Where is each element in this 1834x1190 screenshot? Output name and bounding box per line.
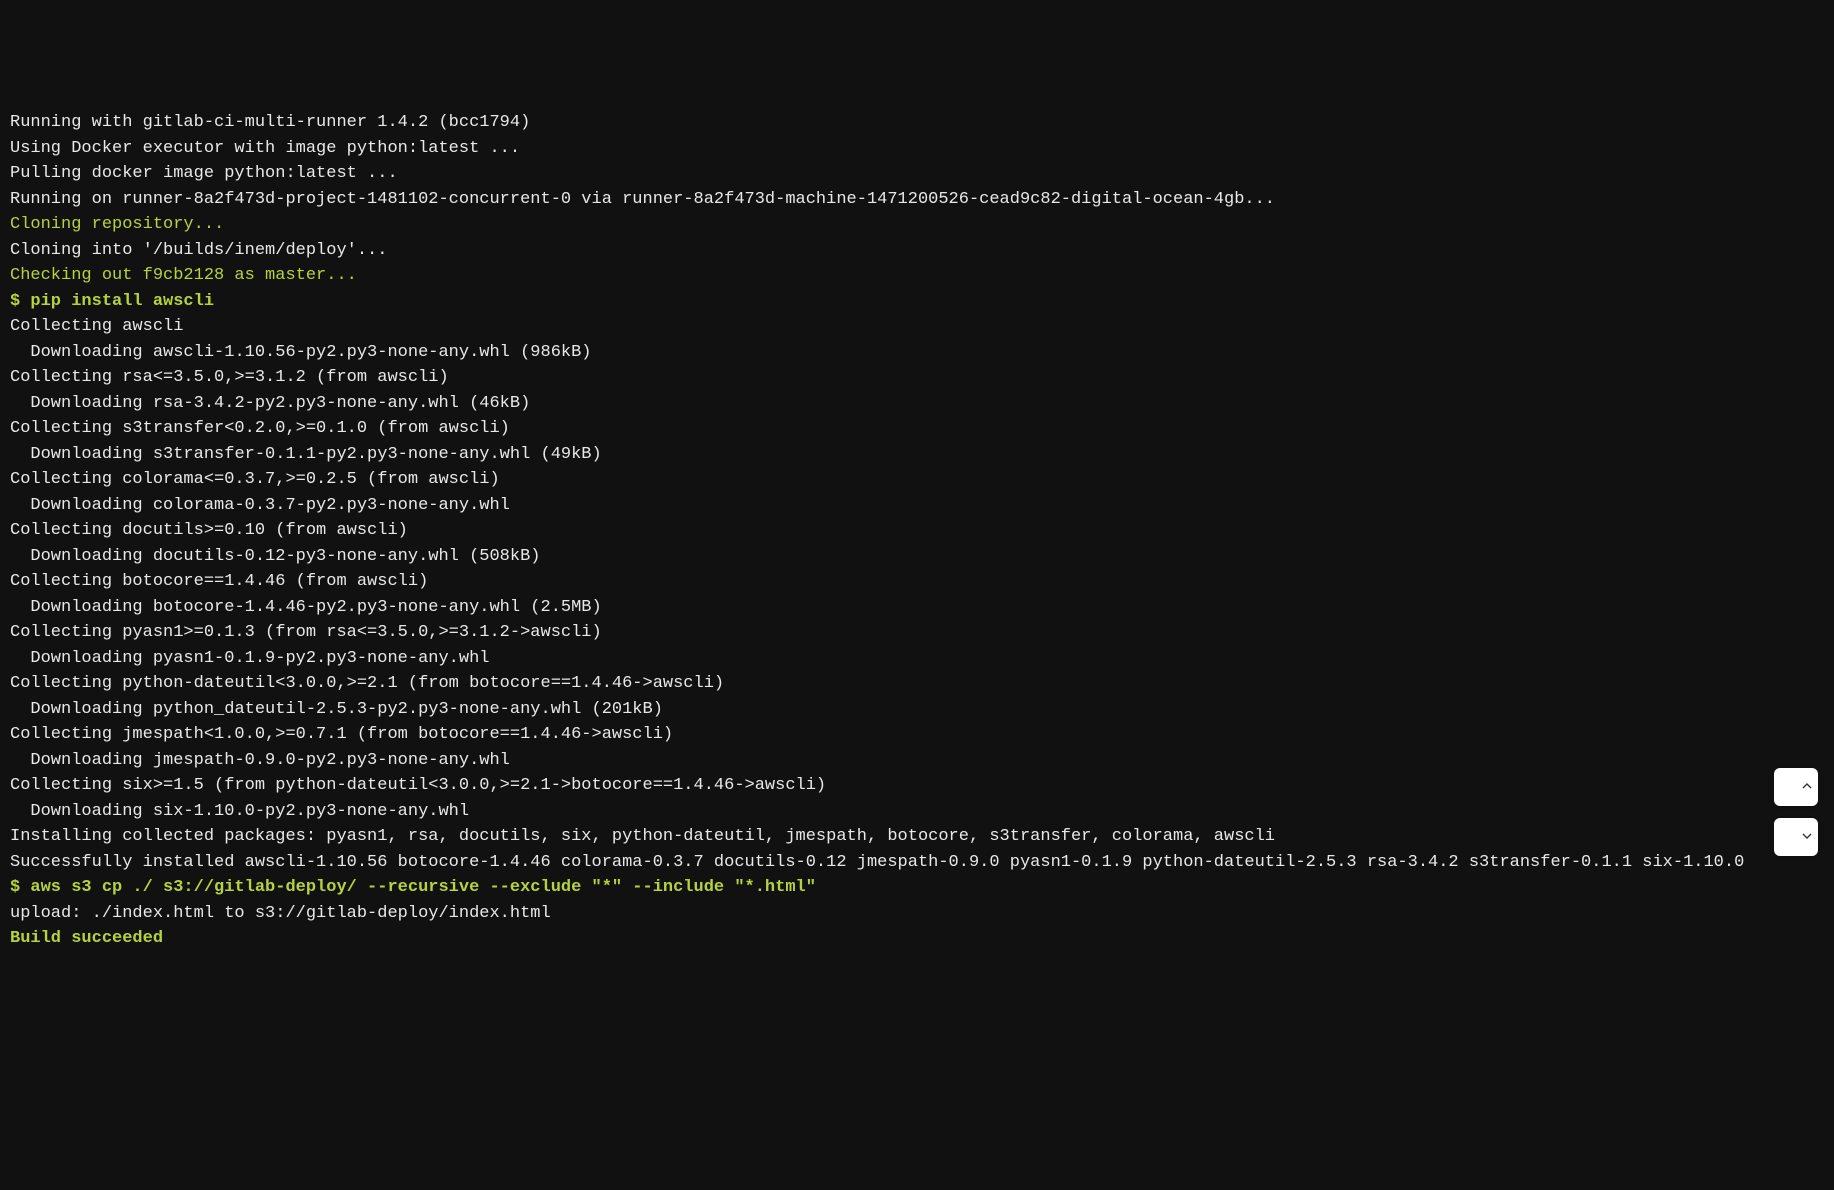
terminal-line: Collecting colorama<=0.3.7,>=0.2.5 (from…: [10, 467, 1824, 493]
terminal-line: Downloading six-1.10.0-py2.py3-none-any.…: [10, 799, 1824, 825]
terminal-line: Downloading botocore-1.4.46-py2.py3-none…: [10, 595, 1824, 621]
terminal-line: Installing collected packages: pyasn1, r…: [10, 824, 1824, 850]
terminal-line: $ pip install awscli: [10, 289, 1824, 315]
scroll-nav: [1774, 768, 1818, 856]
terminal-line: Cloning repository...: [10, 212, 1824, 238]
terminal-line: Collecting six>=1.5 (from python-dateuti…: [10, 773, 1824, 799]
terminal-line: Collecting python-dateutil<3.0.0,>=2.1 (…: [10, 671, 1824, 697]
terminal-line: Downloading jmespath-0.9.0-py2.py3-none-…: [10, 748, 1824, 774]
terminal-line: Collecting s3transfer<0.2.0,>=0.1.0 (fro…: [10, 416, 1824, 442]
chevron-up-icon: [1777, 763, 1815, 812]
terminal-line: upload: ./index.html to s3://gitlab-depl…: [10, 901, 1824, 927]
terminal-line: Downloading colorama-0.3.7-py2.py3-none-…: [10, 493, 1824, 519]
terminal-line: Running with gitlab-ci-multi-runner 1.4.…: [10, 110, 1824, 136]
scroll-down-button[interactable]: [1774, 818, 1818, 856]
chevron-down-icon: [1777, 813, 1815, 862]
terminal-line: Collecting pyasn1>=0.1.3 (from rsa<=3.5.…: [10, 620, 1824, 646]
terminal-line: [10, 952, 1824, 978]
terminal-line: Checking out f9cb2128 as master...: [10, 263, 1824, 289]
scroll-up-button[interactable]: [1774, 768, 1818, 806]
terminal-output: Running with gitlab-ci-multi-runner 1.4.…: [10, 110, 1824, 977]
terminal-line: Running on runner-8a2f473d-project-14811…: [10, 187, 1824, 213]
terminal-line: $ aws s3 cp ./ s3://gitlab-deploy/ --rec…: [10, 875, 1824, 901]
terminal-line: Collecting jmespath<1.0.0,>=0.7.1 (from …: [10, 722, 1824, 748]
terminal-line: Successfully installed awscli-1.10.56 bo…: [10, 850, 1824, 876]
terminal-line: Downloading rsa-3.4.2-py2.py3-none-any.w…: [10, 391, 1824, 417]
terminal-line: Collecting rsa<=3.5.0,>=3.1.2 (from awsc…: [10, 365, 1824, 391]
terminal-line: Using Docker executor with image python:…: [10, 136, 1824, 162]
terminal-line: Build succeeded: [10, 926, 1824, 952]
terminal-line: Pulling docker image python:latest ...: [10, 161, 1824, 187]
terminal-line: Collecting botocore==1.4.46 (from awscli…: [10, 569, 1824, 595]
terminal-line: Downloading s3transfer-0.1.1-py2.py3-non…: [10, 442, 1824, 468]
terminal-line: Downloading pyasn1-0.1.9-py2.py3-none-an…: [10, 646, 1824, 672]
terminal-line: Cloning into '/builds/inem/deploy'...: [10, 238, 1824, 264]
terminal-line: Collecting awscli: [10, 314, 1824, 340]
terminal-line: Downloading awscli-1.10.56-py2.py3-none-…: [10, 340, 1824, 366]
terminal-line: Downloading python_dateutil-2.5.3-py2.py…: [10, 697, 1824, 723]
terminal-line: Collecting docutils>=0.10 (from awscli): [10, 518, 1824, 544]
terminal-line: Downloading docutils-0.12-py3-none-any.w…: [10, 544, 1824, 570]
